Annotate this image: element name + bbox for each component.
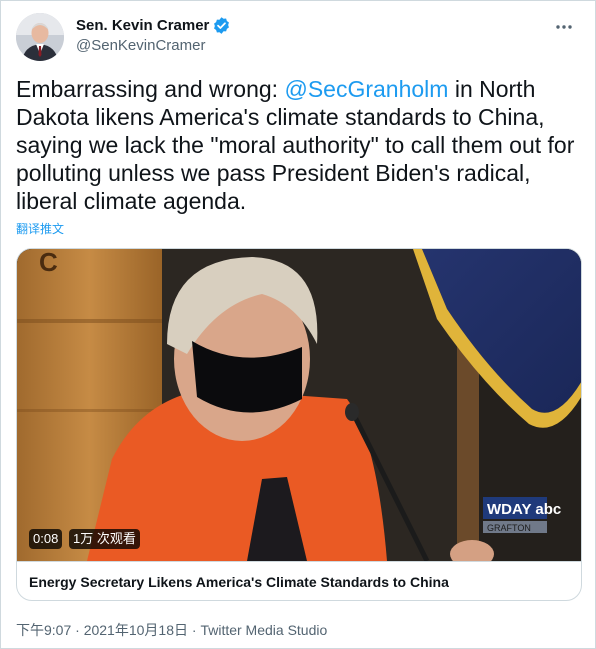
media-card[interactable]: C WDAY abc GRAFTON 0:08 1万 次观看 Energy Se… (16, 248, 582, 601)
author-handle[interactable]: @SenKevinCramer (76, 37, 205, 54)
tweet-meta: 下午9:07 · 2021年10月18日 · Twitter Media Stu… (16, 620, 327, 640)
tweet-source[interactable]: Twitter Media Studio (200, 622, 327, 638)
wday-watermark: WDAY abc (487, 501, 561, 518)
avatar[interactable] (16, 13, 64, 61)
author-name-row[interactable]: Sen. Kevin Cramer (76, 16, 231, 35)
tweet-text: Embarrassing and wrong: @SecGranholm in … (16, 75, 584, 215)
meta-separator: · (187, 622, 201, 638)
svg-text:C: C (39, 249, 58, 277)
video-views-badge: 1万 次观看 (69, 529, 140, 549)
media-card-title[interactable]: Energy Secretary Likens America's Climat… (17, 561, 581, 600)
mention-link[interactable]: @SecGranholm (284, 76, 448, 102)
tweet-header: Sen. Kevin Cramer @SenKevinCramer (16, 13, 580, 61)
video-player[interactable]: C WDAY abc GRAFTON 0:08 1万 次观看 (17, 249, 581, 561)
video-frame: C WDAY abc GRAFTON (17, 249, 581, 561)
video-duration-badge: 0:08 (29, 529, 63, 549)
tweet-text-part1: Embarrassing and wrong: (16, 76, 285, 102)
tweet-embed: Sen. Kevin Cramer @SenKevinCramer Embarr… (0, 0, 596, 649)
tweet-timestamp[interactable]: 下午9:07 · 2021年10月18日 (16, 622, 188, 638)
wday-watermark-sub: GRAFTON (487, 523, 531, 533)
verified-badge-icon (212, 16, 231, 35)
more-options-icon[interactable] (552, 15, 576, 39)
translate-tweet-link[interactable]: 翻译推文 (16, 220, 64, 237)
author-name[interactable]: Sen. Kevin Cramer (76, 17, 209, 34)
